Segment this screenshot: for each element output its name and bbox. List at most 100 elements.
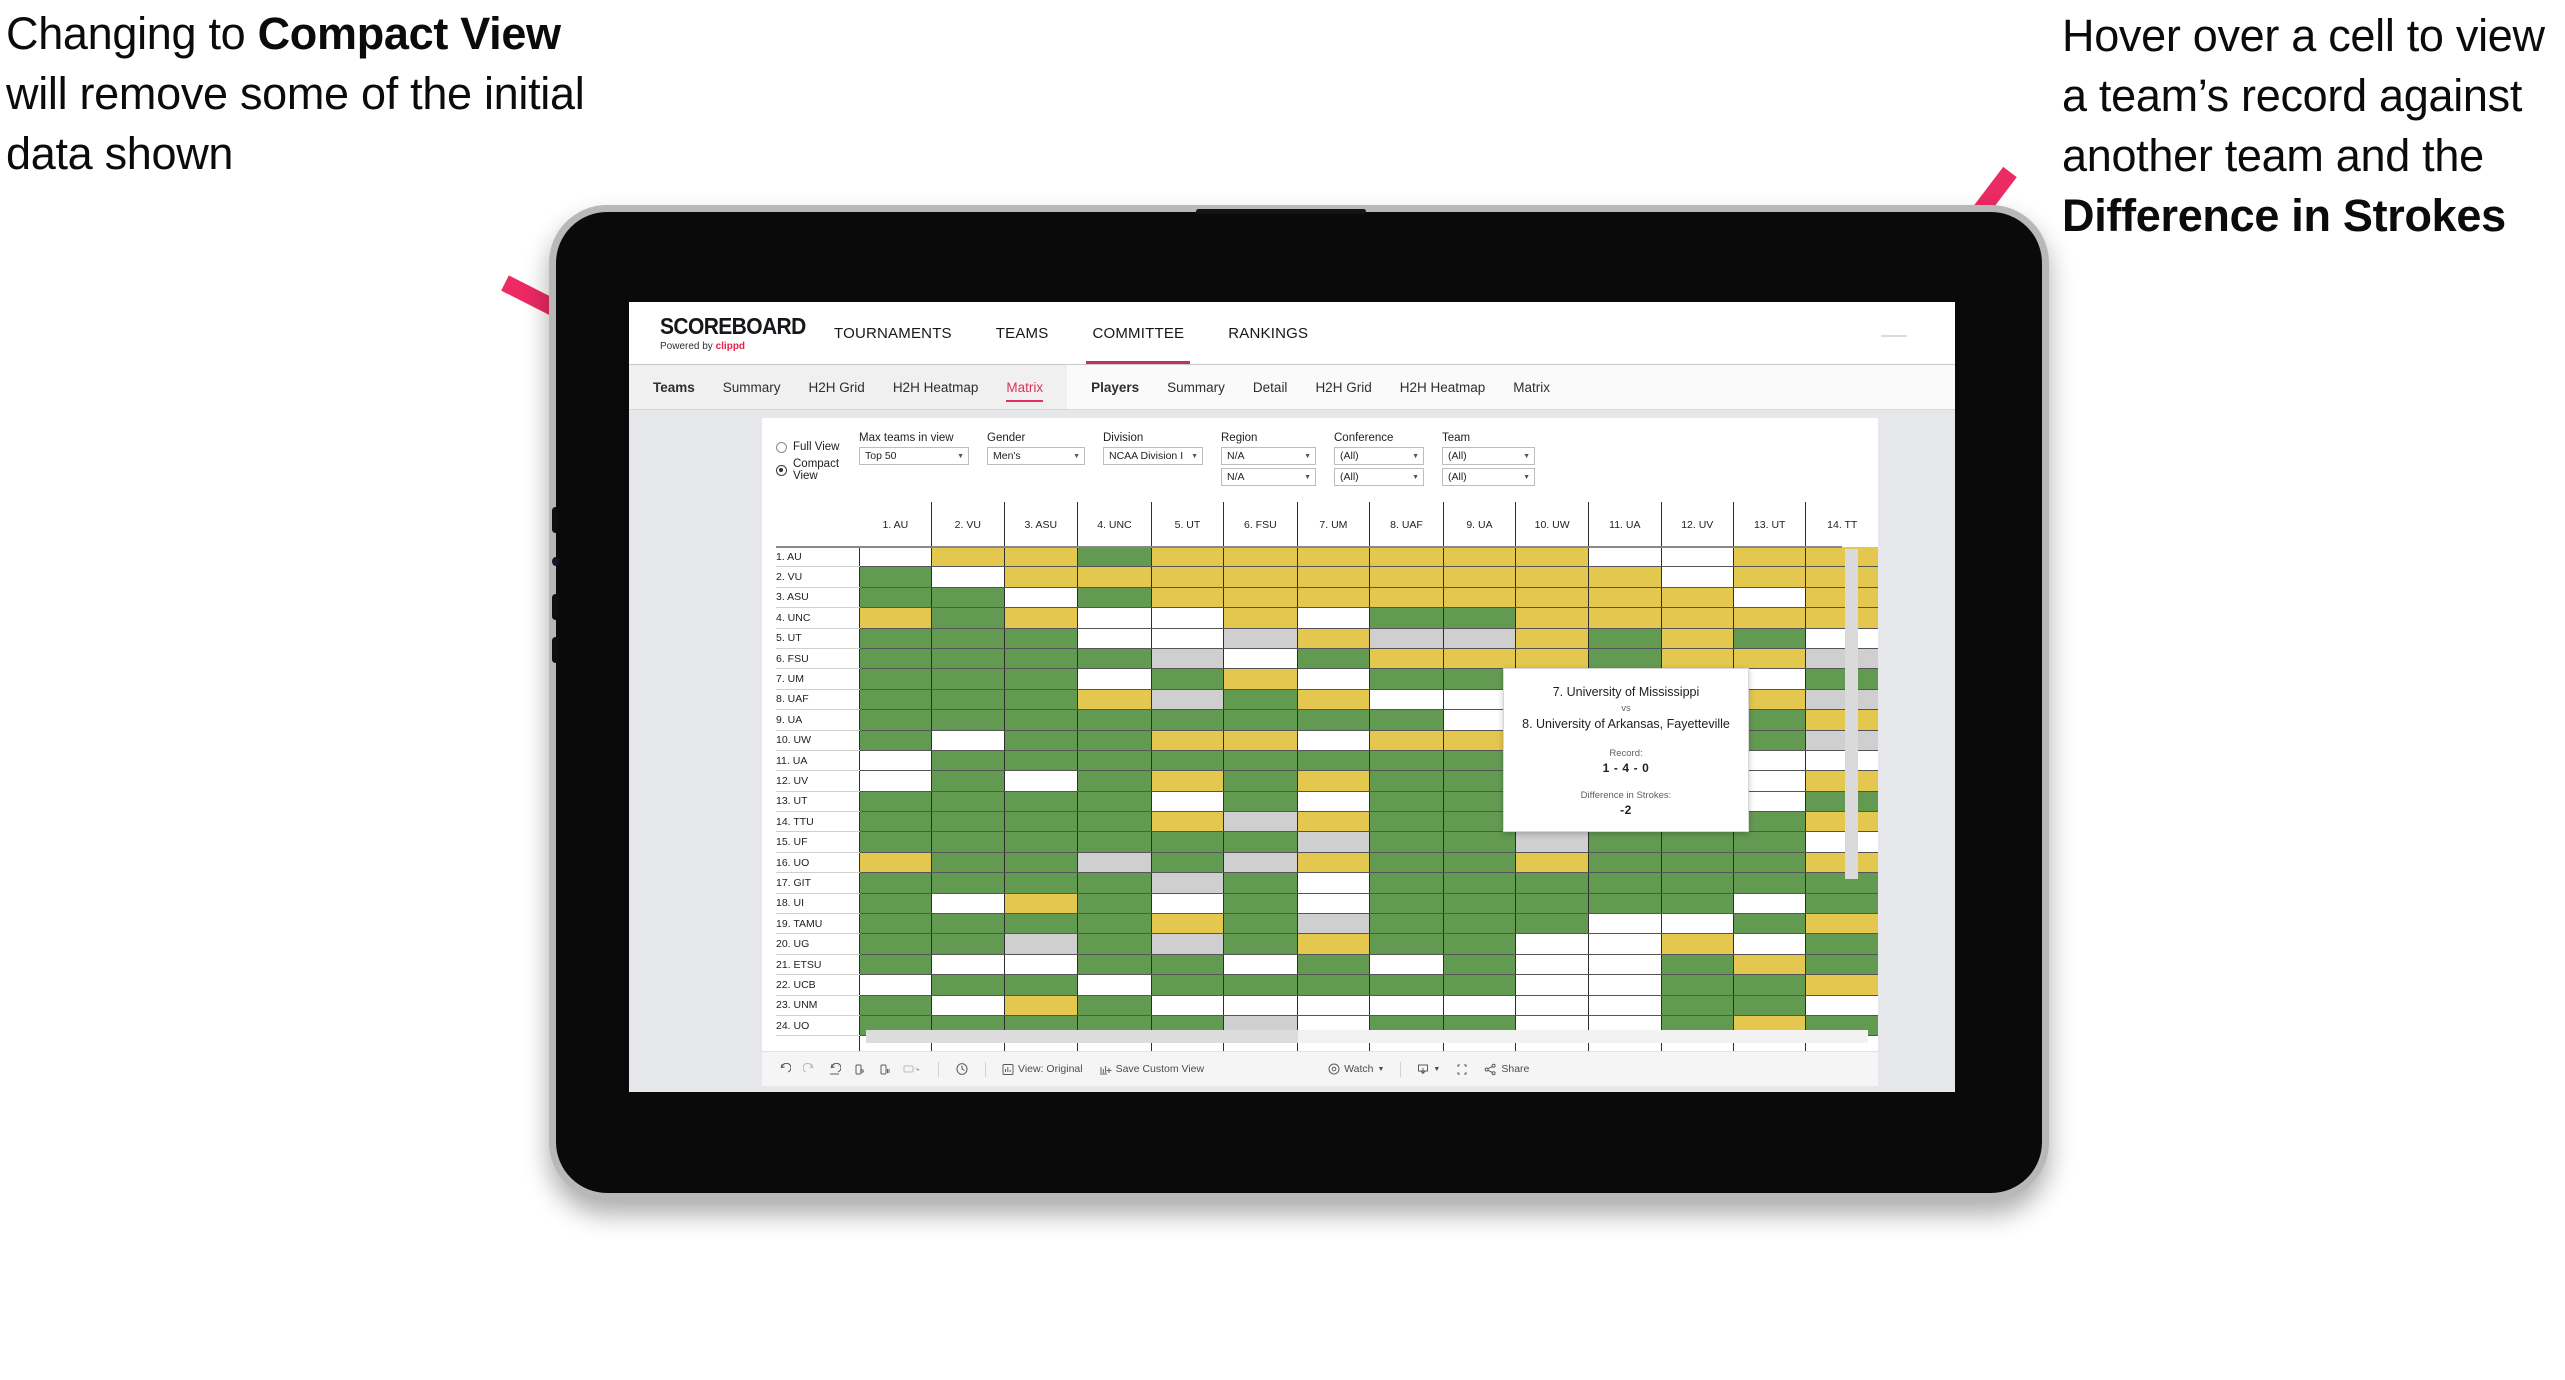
matrix-cell[interactable] [1369, 995, 1444, 1016]
matrix-cell[interactable] [1296, 995, 1370, 1016]
matrix-cell[interactable] [1150, 811, 1224, 833]
fullscreen-button[interactable] [1456, 1063, 1468, 1076]
matrix-cell[interactable] [1660, 628, 1734, 649]
matrix-cell[interactable] [1732, 872, 1806, 894]
matrix-cell[interactable] [1660, 607, 1734, 629]
matrix-cell[interactable] [1515, 974, 1589, 996]
matrix-cell[interactable] [1077, 893, 1152, 915]
matrix-cell[interactable] [1442, 607, 1516, 629]
matrix-cell[interactable] [1296, 587, 1370, 609]
matrix-cell[interactable] [1588, 607, 1662, 629]
matrix-cell[interactable] [1150, 770, 1224, 792]
matrix-cell[interactable] [1660, 913, 1734, 935]
matrix-cell[interactable] [1369, 913, 1444, 935]
filter-conference-select-2[interactable]: (All) ▼ [1334, 468, 1424, 486]
matrix-cell[interactable] [1732, 974, 1806, 996]
matrix-cell[interactable] [859, 689, 932, 711]
matrix-cell[interactable] [931, 770, 1005, 792]
matrix-row-header[interactable]: 9. UA [776, 709, 860, 731]
matrix-cell[interactable] [1077, 872, 1152, 894]
matrix-cell[interactable] [1442, 933, 1516, 955]
matrix-cell[interactable] [1369, 933, 1444, 955]
matrix-row-header[interactable]: 22. UCB [776, 974, 860, 996]
matrix-cell[interactable] [1369, 547, 1444, 568]
matrix-cell[interactable] [1150, 791, 1224, 813]
matrix-cell[interactable] [1003, 811, 1078, 833]
matrix-cell[interactable] [1223, 913, 1298, 935]
save-custom-view-button[interactable]: Save Custom View [1099, 1063, 1204, 1076]
matrix-cell[interactable] [1003, 587, 1078, 609]
matrix-cell[interactable] [1442, 566, 1516, 588]
matrix-cell[interactable] [1369, 770, 1444, 792]
matrix-cell[interactable] [1732, 628, 1806, 649]
matrix-cell[interactable] [1805, 709, 1878, 731]
subnav-players-matrix[interactable]: Matrix [1513, 365, 1550, 409]
nav-item-teams[interactable]: TEAMS [996, 302, 1049, 364]
matrix-cell[interactable] [1442, 587, 1516, 609]
matrix-cell[interactable] [1296, 954, 1370, 976]
matrix-cell[interactable] [1296, 730, 1370, 751]
matrix-cell[interactable] [1150, 872, 1224, 894]
matrix-cell[interactable] [1588, 933, 1662, 955]
matrix-cell[interactable] [1003, 709, 1078, 731]
matrix-cell[interactable] [1805, 791, 1878, 813]
matrix-cell[interactable] [931, 791, 1005, 813]
matrix-cell[interactable] [1003, 566, 1078, 588]
matrix-cell[interactable] [1515, 547, 1589, 568]
matrix-cell[interactable] [1369, 954, 1444, 976]
matrix-cell[interactable] [1732, 648, 1806, 670]
matrix-cell[interactable] [1369, 791, 1444, 813]
matrix-cell[interactable] [1732, 893, 1806, 915]
matrix-column-header[interactable]: 8. UAF [1369, 502, 1444, 547]
matrix-cell[interactable] [1660, 648, 1734, 670]
matrix-cell[interactable] [1296, 913, 1370, 935]
filter-team-select-2[interactable]: (All) ▼ [1442, 468, 1535, 486]
matrix-cell[interactable] [1003, 954, 1078, 976]
matrix-row-header[interactable]: 10. UW [776, 730, 860, 751]
matrix-cell[interactable] [1732, 547, 1806, 568]
matrix-column-header[interactable]: 6. FSU [1223, 502, 1298, 547]
matrix-row-header[interactable]: 18. UI [776, 893, 860, 915]
matrix-cell[interactable] [1150, 995, 1224, 1016]
matrix-cell[interactable] [859, 893, 932, 915]
matrix-cell[interactable] [859, 668, 932, 690]
matrix-cell[interactable] [859, 872, 932, 894]
matrix-cell[interactable] [931, 566, 1005, 588]
matrix-cell[interactable] [1515, 954, 1589, 976]
matrix-row-header[interactable]: 1. AU [776, 547, 860, 568]
matrix-cell[interactable] [1732, 995, 1806, 1016]
filter-region-select-1[interactable]: N/A ▼ [1221, 447, 1316, 465]
filter-team-select-1[interactable]: (All) ▼ [1442, 447, 1535, 465]
tablet-volume-down-button[interactable] [552, 637, 559, 663]
matrix-cell[interactable] [1369, 750, 1444, 772]
subnav-teams-matrix[interactable]: Matrix [1006, 365, 1043, 409]
matrix-cell[interactable] [1150, 547, 1224, 568]
matrix-column-header[interactable]: 13. UT [1732, 502, 1806, 547]
matrix-cell[interactable] [1369, 566, 1444, 588]
nav-item-tournaments[interactable]: TOURNAMENTS [834, 302, 952, 364]
filter-conference-select-1[interactable]: (All) ▼ [1334, 447, 1424, 465]
matrix-cell[interactable] [1805, 689, 1878, 711]
matrix-cell[interactable] [1223, 547, 1298, 568]
matrix-cell[interactable] [1077, 974, 1152, 996]
matrix-cell[interactable] [1077, 770, 1152, 792]
matrix-row-header[interactable]: 21. ETSU [776, 954, 860, 976]
matrix-cell[interactable] [1296, 668, 1370, 690]
matrix-cell[interactable] [859, 913, 932, 935]
matrix-cell[interactable] [1515, 648, 1589, 670]
matrix-cell[interactable] [859, 730, 932, 751]
matrix-cell[interactable] [859, 852, 932, 874]
matrix-row-header[interactable]: 6. FSU [776, 648, 860, 670]
matrix-cell[interactable] [1805, 607, 1878, 629]
matrix-cell[interactable] [1515, 628, 1589, 649]
matrix-cell[interactable] [1588, 852, 1662, 874]
matrix-cell[interactable] [859, 648, 932, 670]
matrix-cell[interactable] [1732, 913, 1806, 935]
matrix-cell[interactable] [1442, 628, 1516, 649]
tablet-volume-up-button[interactable] [552, 594, 559, 620]
download-button[interactable]: ▼ [1417, 1063, 1440, 1076]
matrix-horizontal-scroll-thumb[interactable] [866, 1030, 1298, 1043]
matrix-cell[interactable] [1442, 831, 1516, 853]
matrix-row-header[interactable]: 20. UG [776, 933, 860, 955]
nav-overflow-indicator[interactable] [1881, 335, 1907, 337]
